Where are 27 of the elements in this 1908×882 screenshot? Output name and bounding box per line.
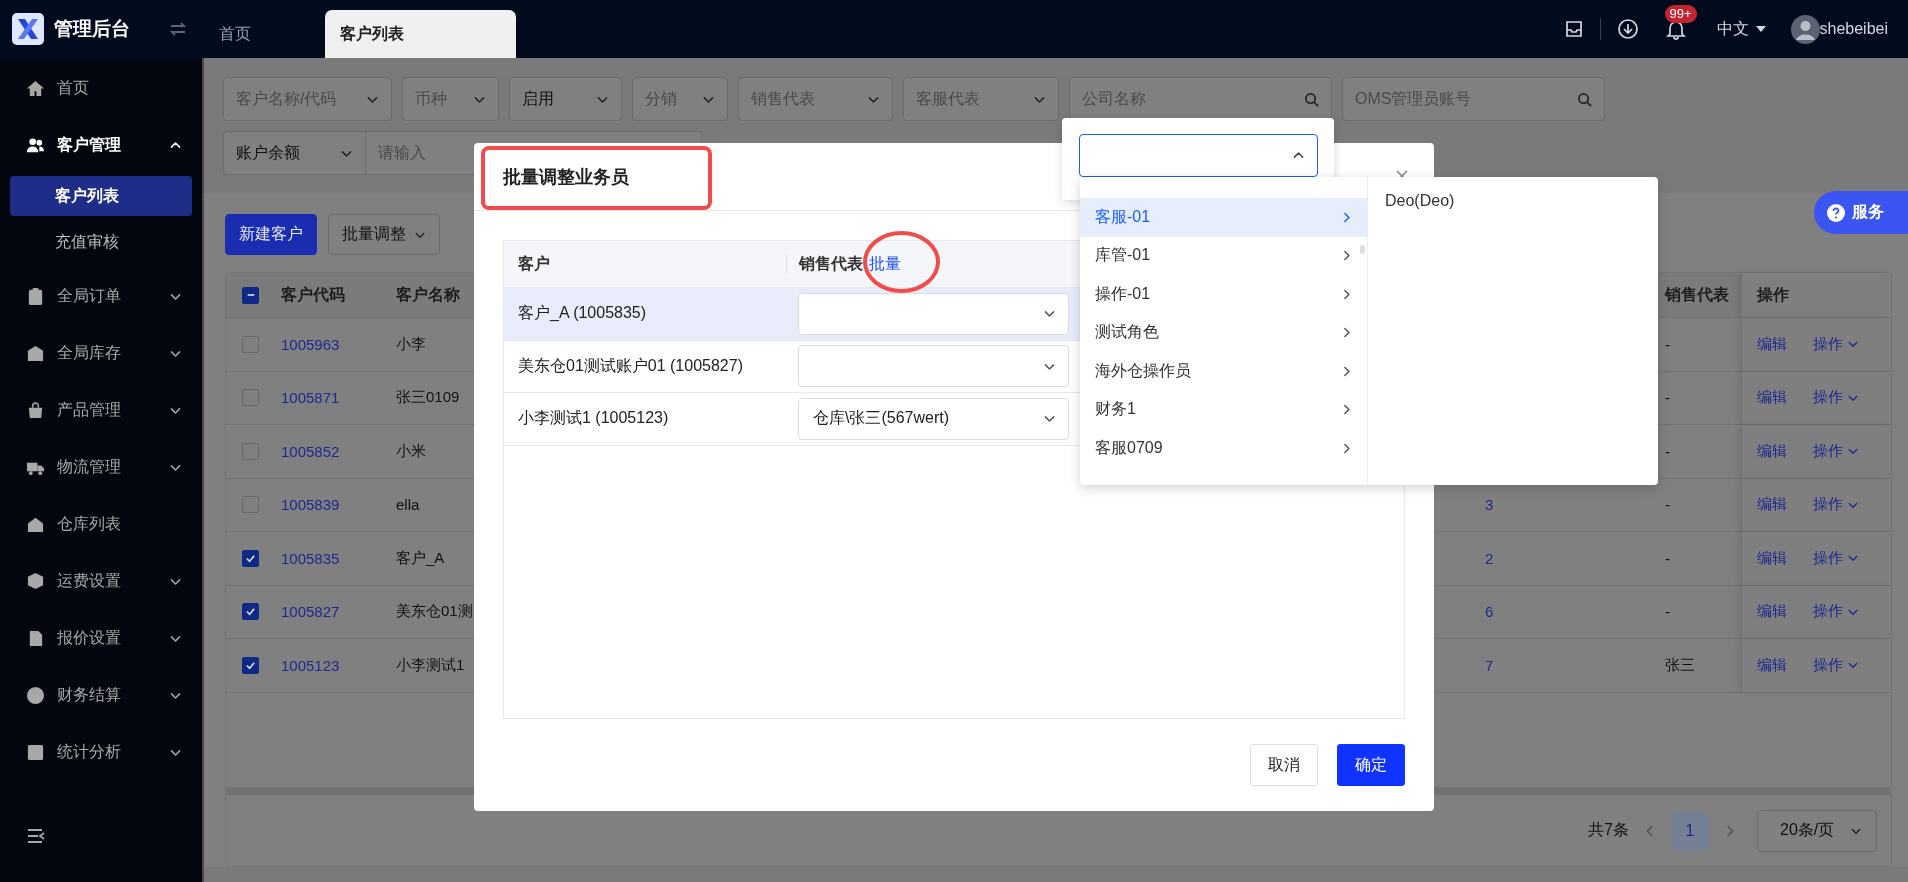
- column-header: 客户代码: [281, 284, 345, 305]
- app-title: 管理后台: [54, 17, 130, 41]
- table-cell: 小米: [396, 441, 426, 461]
- table-cell: -: [1665, 549, 1670, 567]
- column-header: 操作: [1757, 284, 1789, 305]
- table-cell: 小李: [396, 334, 426, 354]
- table-cell: -: [1665, 496, 1670, 514]
- table-cell: 美东仓01测: [396, 602, 473, 622]
- column-header: 销售代表: [799, 253, 863, 274]
- table-cell: -: [1665, 442, 1670, 460]
- table-cell-text: 客户_A (1005835): [517, 303, 648, 324]
- total-count: 共7条: [1588, 820, 1629, 840]
- table-cell: -: [1665, 603, 1670, 621]
- table-cell: 张三: [1665, 655, 1695, 675]
- table-cell: 小李测试1: [396, 655, 465, 675]
- table-cell: ella: [396, 496, 420, 514]
- table-cell: 张三0109: [396, 388, 460, 408]
- table-cell: -: [1665, 389, 1670, 407]
- column-header: 客户: [517, 253, 551, 274]
- table-cell: 客户_A: [396, 548, 445, 568]
- table-cell-text: 美东仓01测试账户01 (1005827): [517, 355, 744, 376]
- notification-badge: 99+: [1664, 5, 1697, 23]
- table-cell-text: 小李测试1 (1005123): [517, 408, 670, 429]
- column-header: 客户名称: [396, 284, 460, 305]
- table-cell: -: [1665, 335, 1670, 353]
- dialog-title: 批量调整业务员: [503, 165, 629, 189]
- column-header: 销售代表: [1665, 284, 1729, 305]
